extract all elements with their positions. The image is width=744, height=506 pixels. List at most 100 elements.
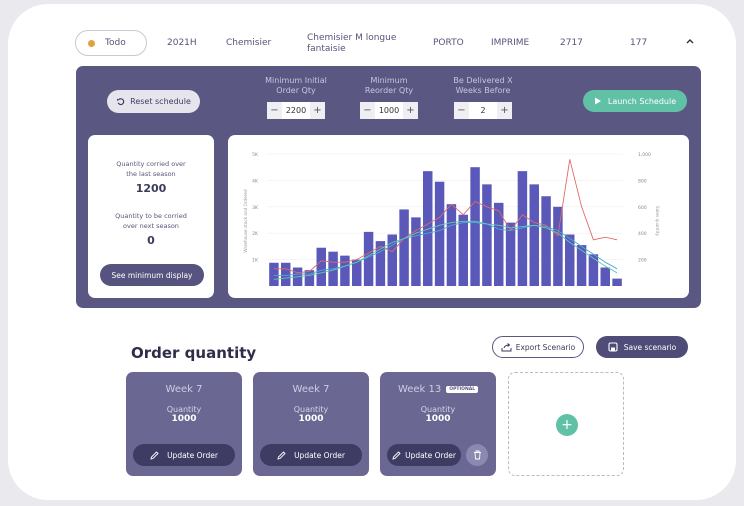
order-card-optional: Week 13 OPTIONAL Quantity 1000 Update Or… [380, 372, 496, 476]
schedule-panel: Reset schedule Minimum Initial Order Qty… [76, 66, 701, 308]
decrement-button[interactable]: − [360, 102, 375, 119]
export-label: Export Scenario [515, 342, 576, 352]
week-label: Week 7 [165, 384, 203, 395]
update-order-button[interactable]: Update Order [133, 444, 235, 466]
status-label: Todo [105, 38, 126, 48]
code-cell: 2717 [560, 38, 583, 48]
quantity-label: Quantity [293, 405, 329, 414]
export-scenario-button[interactable]: Export Scenario [492, 336, 584, 358]
reset-label: Reset schedule [130, 97, 191, 106]
undo-icon [117, 98, 125, 106]
quantity-label: Quantity [420, 405, 456, 414]
app-frame: Todo 2021H Chemisier Chemisier M longue … [8, 4, 736, 500]
chart-bar [458, 214, 468, 286]
update-order-button[interactable]: Update Order [387, 444, 461, 466]
section-title: Order quantity [131, 344, 257, 362]
y-tick-label: 3K [252, 205, 259, 211]
y2-tick-label: 200 [638, 258, 647, 264]
save-scenario-button[interactable]: Save scenario [596, 336, 688, 358]
carried-last-label: Quantity corried over the last season [116, 160, 186, 178]
chart-bar [529, 184, 539, 286]
param-weeks-before: Be Delivered X Weeks Before − 2 + [441, 76, 525, 119]
stock-chart: 1K 2K 3K 4K 5K 200 400 600 800 1,000 Warehouse sto… [243, 152, 660, 286]
y-tick-label: 5K [252, 152, 259, 158]
chart-bar [446, 204, 457, 286]
quantity-cell: 177 [630, 38, 648, 48]
pencil-icon [150, 450, 159, 460]
save-label: Save scenario [623, 342, 677, 352]
add-order-button[interactable]: + [556, 414, 578, 436]
update-label: Update Order [405, 450, 456, 460]
order-card: Week 7 Quantity 1000 Update Order [253, 372, 369, 476]
stepper-value[interactable]: 1000 [375, 106, 403, 115]
week-label: Week 13 [397, 384, 442, 395]
add-order-slot[interactable]: + [508, 372, 624, 476]
season-cell: 2021H [167, 38, 197, 48]
chart-bar [434, 181, 445, 286]
chart-bar [411, 217, 421, 286]
pencil-icon [277, 450, 286, 460]
chart-bar [505, 222, 516, 286]
status-badge[interactable]: Todo [75, 30, 147, 56]
chart-bar [316, 247, 326, 286]
category-cell: Chemisier [226, 38, 272, 48]
increment-button[interactable]: + [497, 102, 512, 119]
y2-tick-label: 400 [638, 231, 647, 237]
order-card: Week 7 Quantity 1000 Update Order [126, 372, 242, 476]
carried-next-label: Quantity to be corried over next season [115, 212, 187, 230]
pencil-icon [392, 450, 401, 460]
y-axis-label: Warehouse stock and Ordered [243, 189, 248, 253]
reorder-stepper[interactable]: − 1000 + [360, 102, 418, 119]
print-type-cell: IMPRIME [491, 38, 530, 48]
update-label: Update Order [167, 450, 218, 460]
carryover-summary: Quantity corried over the last season 12… [88, 135, 214, 298]
quantity-value: 1000 [425, 414, 451, 424]
reset-schedule-button[interactable]: Reset schedule [107, 90, 200, 113]
launch-schedule-button[interactable]: Launch Schedule [583, 90, 687, 112]
param-label: Minimum Initial Order Qty [265, 76, 327, 95]
chart-bar [482, 184, 492, 286]
export-icon [501, 342, 512, 351]
see-minimum-display-button[interactable]: See minimum display [100, 264, 204, 286]
product-row[interactable]: Todo 2021H Chemisier Chemisier M longue … [75, 30, 701, 58]
delete-order-button[interactable] [466, 444, 488, 466]
decrement-button[interactable]: − [267, 102, 282, 119]
update-order-button[interactable]: Update Order [260, 444, 362, 466]
y2-tick-label: 800 [638, 178, 647, 184]
increment-button[interactable]: + [310, 102, 325, 119]
y2-tick-label: 1,000 [638, 152, 651, 158]
chart-bar [588, 254, 599, 286]
param-label: Minimum Reorder Qty [364, 76, 414, 95]
stepper-value[interactable]: 2 [469, 106, 497, 115]
chart-bar [281, 262, 291, 286]
weeks-before-stepper[interactable]: − 2 + [454, 102, 512, 119]
chart-bar [576, 245, 587, 286]
increment-button[interactable]: + [403, 102, 418, 119]
quantity-label: Quantity [166, 405, 202, 414]
chart-bar [541, 196, 551, 286]
quantity-value: 1000 [171, 414, 197, 424]
initial-order-stepper[interactable]: − 2200 + [267, 102, 325, 119]
chevron-up-icon[interactable] [685, 36, 695, 46]
chart-bar [340, 255, 350, 286]
param-label: Be Delivered X Weeks Before [453, 76, 513, 95]
chart-bar [553, 206, 563, 286]
y2-tick-label: 600 [638, 205, 647, 211]
update-label: Update Order [294, 450, 345, 460]
param-initial-order: Minimum Initial Order Qty − 2200 + [256, 76, 336, 119]
y-tick-label: 4K [252, 178, 259, 184]
chart-bar [494, 202, 504, 286]
week-label: Week 7 [292, 384, 330, 395]
description-cell: Chemisier M longue fantaisie [307, 33, 397, 54]
stepper-value[interactable]: 2200 [282, 106, 310, 115]
order-quantity-section: Order quantity Export Scenario Save scen… [56, 328, 696, 488]
quantity-value: 1000 [298, 414, 324, 424]
chart-bar [612, 278, 622, 286]
y-tick-label: 1K [252, 258, 259, 264]
chart-bar [399, 209, 409, 286]
location-cell: PORTO [433, 38, 464, 48]
trash-icon [473, 450, 481, 460]
decrement-button[interactable]: − [454, 102, 469, 119]
chart-bar [600, 267, 610, 286]
chart-bar [269, 262, 279, 286]
